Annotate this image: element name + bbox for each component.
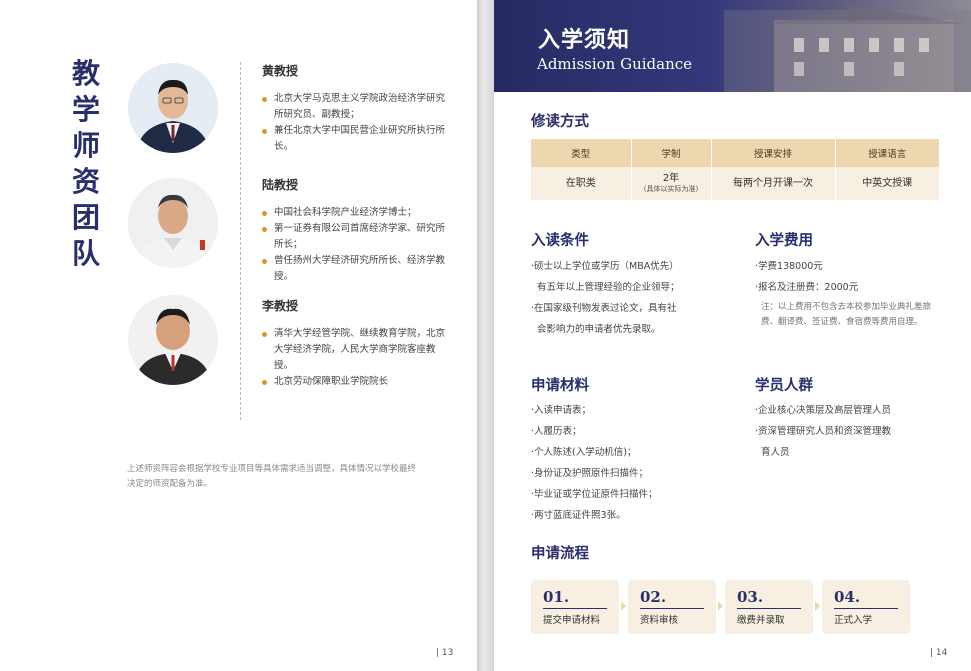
list-item: ·个人陈述(入学动机信)；: [531, 447, 637, 458]
title-char: 教: [71, 57, 100, 90]
section-title-materials: 申请材料: [531, 378, 589, 394]
step-underline: [543, 608, 607, 609]
bio-item: 北京大学马克思主义学院政治经济学研究所研究员、副教授；: [262, 91, 452, 123]
step-label: 缴费并录取: [737, 615, 785, 626]
header-banner: 入学须知 Admission Guidance: [494, 0, 971, 92]
step-number: 02.: [640, 588, 667, 606]
cell-language: 中英文授课: [835, 167, 939, 200]
list-item: ·资深管理研究人员和资深管理教: [755, 426, 892, 437]
bio-item: 兼任北京大学中国民营企业研究所执行所长。: [262, 123, 452, 155]
column-header: 授课安排: [711, 139, 836, 167]
bio-item: 第一证券有限公司首席经济学家、研究所所长；: [262, 221, 452, 253]
professor-bio-list: 清华大学经管学院、继续教育学院，北京大学经济学院，人民大学商学院客座教授。 北京…: [262, 326, 452, 390]
step-underline: [834, 608, 898, 609]
step-underline: [640, 608, 704, 609]
list-item: ·入读申请表；: [531, 405, 592, 416]
duration-value: 2年: [662, 173, 680, 184]
list-item: ·在国家级刊物发表过论文，具有社: [531, 303, 677, 314]
section-title-admission-conditions: 入读条件: [531, 233, 589, 249]
process-step: 01. 提交申请材料: [531, 580, 619, 634]
page-number: | 13: [436, 648, 454, 658]
step-label: 正式入学: [834, 615, 873, 626]
professor-name: 陆教授: [262, 178, 299, 192]
process-step: 03. 缴费并录取: [725, 580, 813, 634]
bio-item: 清华大学经管学院、继续教育学院，北京大学经济学院，人民大学商学院客座教授。: [262, 326, 452, 374]
brochure-spread: 教 学 师 资 团 队 黄教授 北京大学马克思主义学院政治经济学研究所研究员、副…: [0, 0, 971, 671]
arrow-right-icon: [815, 601, 820, 611]
faculty-footnote: 上述师资阵容会根据学校专业项目等具体需求适当调整，具体情况以学校最终决定的师资配…: [127, 464, 417, 489]
bio-item: 中国社会科学院产业经济学博士；: [262, 205, 452, 221]
list-item: ·人履历表；: [531, 426, 582, 437]
title-char: 学: [71, 93, 100, 126]
professor-name: 李教授: [262, 299, 299, 313]
faculty-vertical-title: 教 学 师 资 团 队: [68, 56, 104, 272]
page-14: 入学须知 Admission Guidance 修读方式 类型 学制 授课安排 …: [494, 0, 971, 671]
professor-bio-list: 北京大学马克思主义学院政治经济学研究所研究员、副教授； 兼任北京大学中国民营企业…: [262, 91, 452, 155]
cell-type: 在职类: [531, 167, 632, 200]
title-char: 队: [71, 237, 100, 270]
step-number: 01.: [543, 588, 570, 606]
section-title-study-mode: 修读方式: [531, 114, 589, 130]
section-title-fees: 入学费用: [755, 233, 813, 249]
title-char: 团: [71, 201, 100, 234]
study-mode-table: 类型 学制 授课安排 授课语言 在职类 2年 (具体以实际为准) 每两个月开课一…: [531, 139, 939, 200]
list-item: ·两寸蓝底证件照3张。: [531, 510, 626, 521]
professor-name: 黄教授: [262, 64, 299, 78]
step-number: 04.: [834, 588, 861, 606]
banner-subtitle: Admission Guidance: [537, 55, 693, 73]
list-item: ·硕士以上学位或学历（MBA优先）: [531, 261, 679, 272]
step-label: 提交申请材料: [543, 615, 601, 626]
section-title-process: 申请流程: [531, 546, 589, 562]
arrow-right-icon: [718, 601, 723, 611]
column-header: 学制: [631, 139, 712, 167]
step-number: 03.: [737, 588, 764, 606]
portrait-professor-huang: [128, 63, 218, 153]
list-item: 有五年以上管理经验的企业领导；: [537, 282, 680, 293]
title-char: 资: [71, 165, 100, 198]
list-item: ·企业核心决策层及高层管理人员: [755, 405, 892, 416]
admission-conditions-list: ·硕士以上学位或学历（MBA优先） 有五年以上管理经验的企业领导； ·在国家级刊…: [531, 256, 721, 340]
table-row: 在职类 2年 (具体以实际为准) 每两个月开课一次 中英文授课: [531, 167, 939, 200]
list-item: 育人员: [761, 447, 790, 458]
materials-list: ·入读申请表； ·人履历表； ·个人陈述(入学动机信)； ·身份证及护照原件扫描…: [531, 400, 731, 526]
bio-item: 曾任扬州大学经济研究所所长、经济学教授。: [262, 253, 452, 285]
step-underline: [737, 608, 801, 609]
page-number: | 14: [930, 648, 948, 658]
page-13: 教 学 师 资 团 队 黄教授 北京大学马克思主义学院政治经济学研究所研究员、副…: [0, 0, 477, 671]
list-item: ·报名及注册费：2000元: [755, 282, 859, 293]
fees-list: ·学费138000元 ·报名及注册费：2000元 注：以上费用不包含去本校参加毕…: [755, 256, 940, 330]
bio-item: 北京劳动保障职业学院院长: [262, 374, 452, 390]
banner-title: 入学须知: [538, 28, 631, 53]
process-step: 04. 正式入学: [822, 580, 910, 634]
list-item: 会影响力的申请者优先录取。: [537, 324, 661, 335]
column-header: 授课语言: [835, 139, 939, 167]
table-header-row: 类型 学制 授课安排 授课语言: [531, 139, 939, 167]
list-item: ·学费138000元: [755, 261, 823, 272]
professor-li-block: 李教授 清华大学经管学院、继续教育学院，北京大学经济学院，人民大学商学院客座教授…: [262, 297, 452, 390]
fees-note: 注：以上费用不包含去本校参加毕业典礼差旅费、翻译费、签证费、食宿费等费用自理。: [761, 302, 932, 327]
section-title-audience: 学员人群: [755, 378, 813, 394]
portrait-professor-li: [128, 295, 218, 385]
duration-note: (具体以实际为准): [643, 185, 699, 193]
list-item: ·身份证及护照原件扫描件；: [531, 468, 649, 479]
column-header: 类型: [531, 139, 632, 167]
arrow-right-icon: [621, 601, 626, 611]
audience-list: ·企业核心决策层及高层管理人员 ·资深管理研究人员和资深管理教 育人员: [755, 400, 940, 463]
cell-schedule: 每两个月开课一次: [711, 167, 836, 200]
professor-lu-block: 陆教授 中国社会科学院产业经济学博士； 第一证券有限公司首席经济学家、研究所所长…: [262, 176, 452, 285]
application-process-steps: 01. 提交申请材料 02. 资料审核 03. 缴费并录取 04. 正式入学: [531, 580, 911, 634]
list-item: ·毕业证或学位证原件扫描件；: [531, 489, 658, 500]
title-char: 师: [71, 129, 100, 162]
process-step: 02. 资料审核: [628, 580, 716, 634]
professor-huang-block: 黄教授 北京大学马克思主义学院政治经济学研究所研究员、副教授； 兼任北京大学中国…: [262, 62, 452, 155]
step-label: 资料审核: [640, 615, 679, 626]
portrait-professor-lu: [128, 178, 218, 268]
professor-bio-list: 中国社会科学院产业经济学博士； 第一证券有限公司首席经济学家、研究所所长； 曾任…: [262, 205, 452, 285]
book-gutter: [477, 0, 494, 671]
dotted-divider: [240, 62, 241, 420]
cell-duration: 2年 (具体以实际为准): [631, 167, 712, 200]
